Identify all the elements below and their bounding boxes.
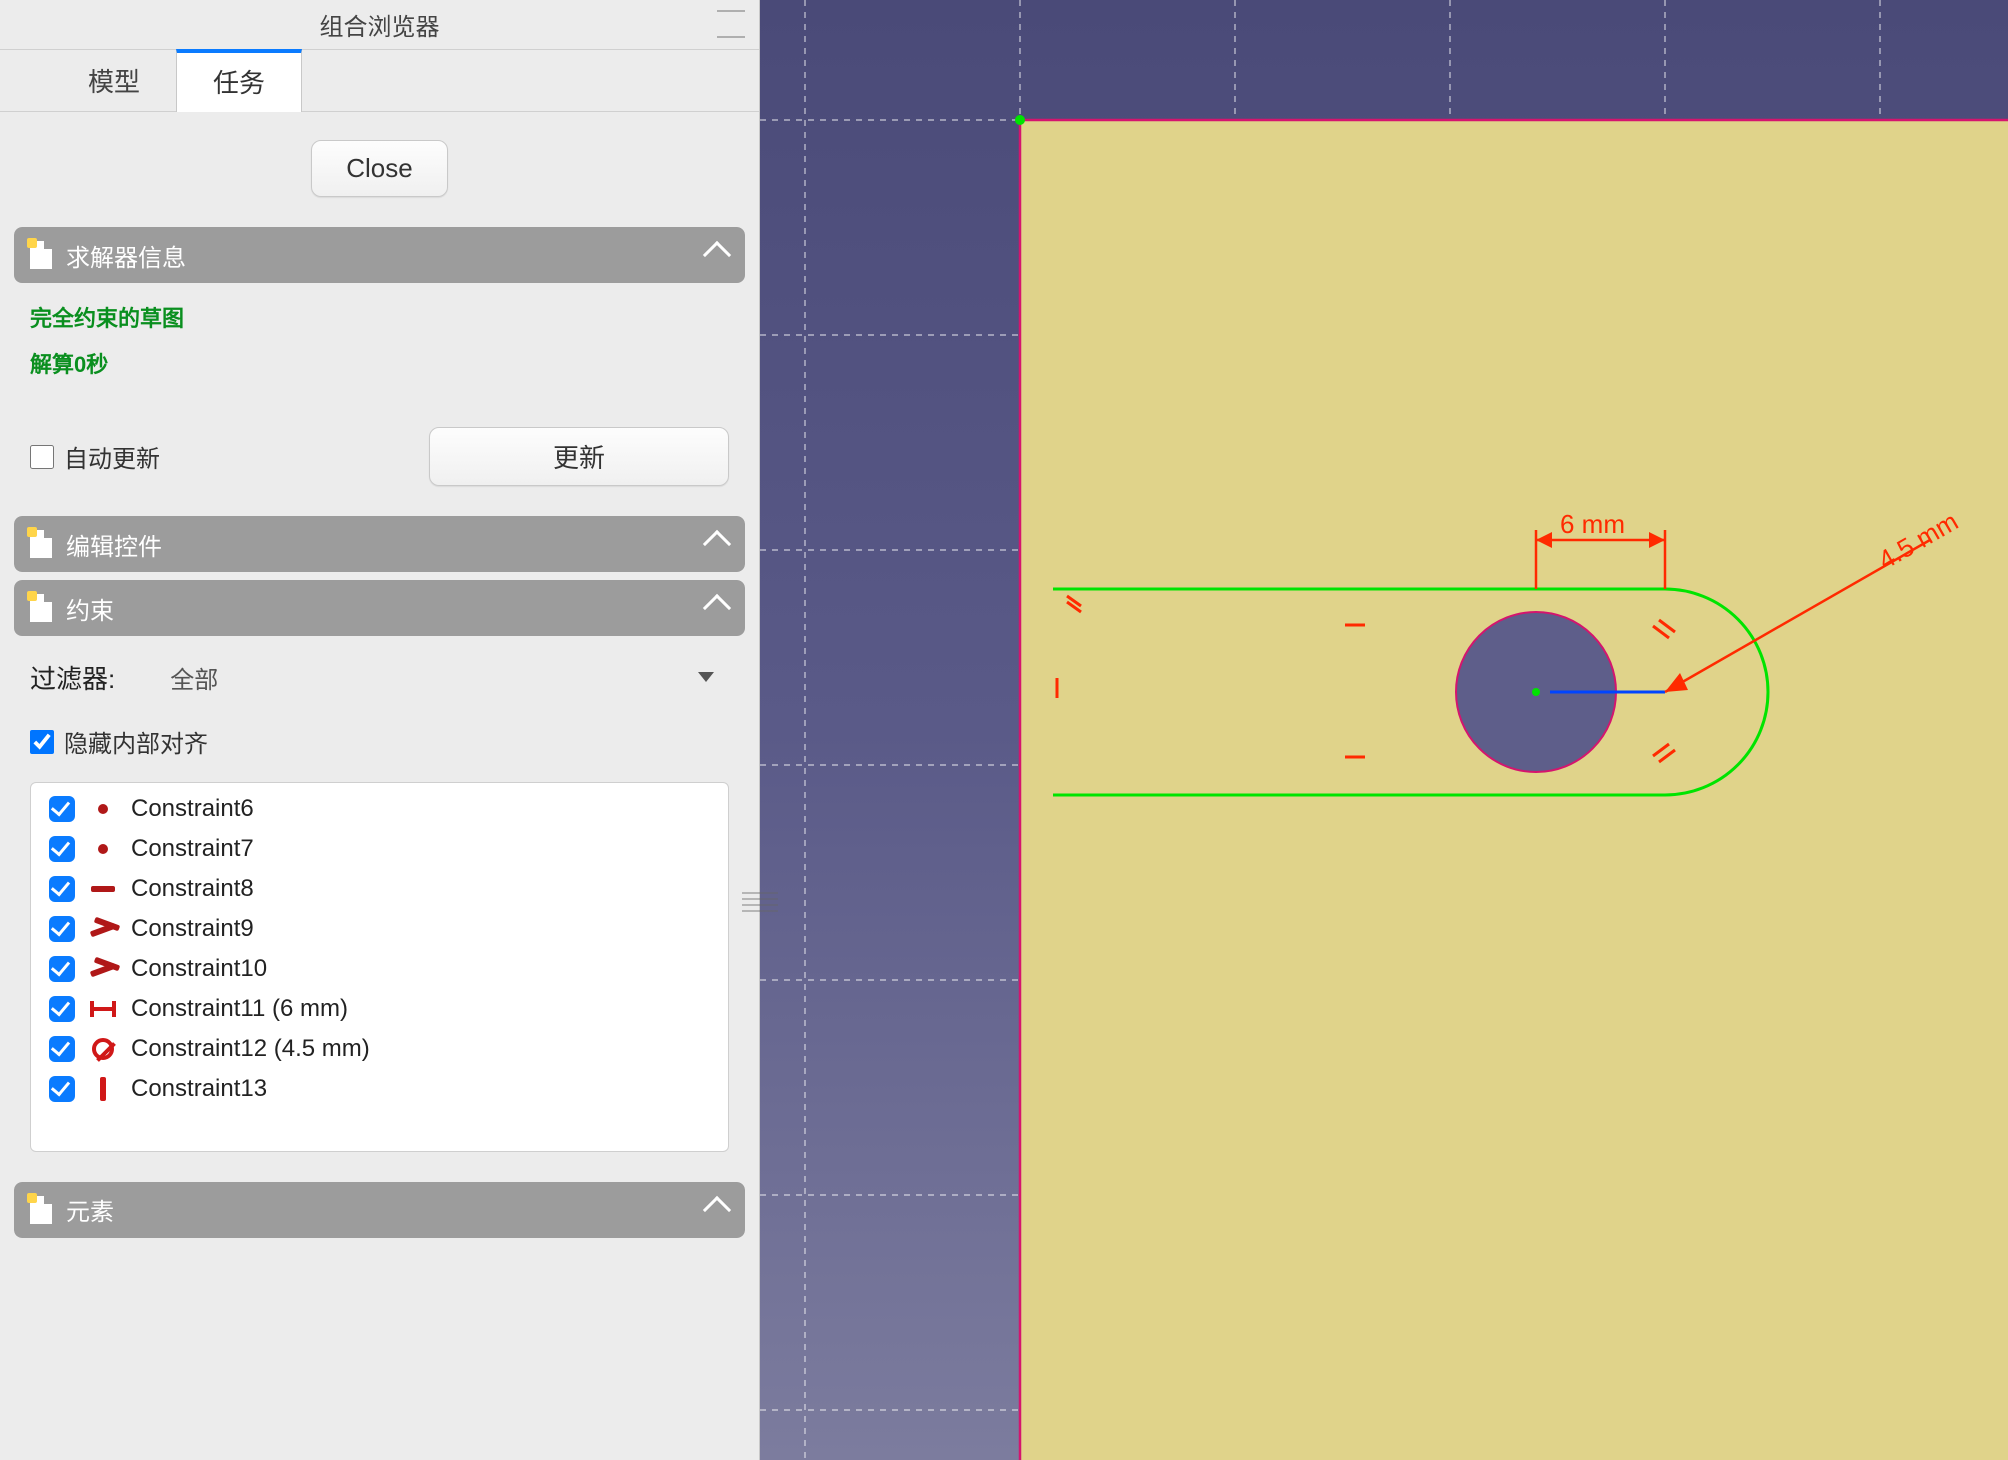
section-elements: 元素 <box>14 1182 745 1238</box>
chevron-up-icon <box>703 594 731 622</box>
section-edit-controls-title: 编辑控件 <box>66 527 162 562</box>
constraint-checkbox[interactable] <box>49 796 75 822</box>
document-icon <box>30 530 52 558</box>
panel-title: 组合浏览器 <box>320 7 440 42</box>
panel-titlebar: 组合浏览器 <box>0 0 759 50</box>
tab-bar: 模型 任务 <box>0 50 759 112</box>
section-elements-header[interactable]: 元素 <box>14 1182 745 1238</box>
constraint-label: Constraint11 (6 mm) <box>131 995 348 1023</box>
section-elements-title: 元素 <box>66 1192 114 1227</box>
svg-text:6 mm: 6 mm <box>1560 509 1625 539</box>
constraint-checkbox[interactable] <box>49 876 75 902</box>
document-icon <box>30 1196 52 1224</box>
solver-status-2: 解算0秒 <box>30 347 729 379</box>
solver-status-1: 完全约束的草图 <box>30 301 729 333</box>
document-icon <box>30 594 52 622</box>
tangent-icon <box>89 915 117 943</box>
section-solver-header[interactable]: 求解器信息 <box>14 227 745 283</box>
vline-icon <box>89 1075 117 1103</box>
section-solver-title: 求解器信息 <box>66 238 186 273</box>
hline-icon <box>89 875 117 903</box>
constraint-label: Constraint8 <box>131 875 254 903</box>
panel-collapse-icon[interactable] <box>717 10 745 38</box>
auto-update-input[interactable] <box>30 445 54 469</box>
constraints-list[interactable]: Constraint6 Constraint7 Constraint8 Constra… <box>30 782 729 1152</box>
dot-icon <box>89 795 117 823</box>
chevron-up-icon <box>703 1195 731 1223</box>
constraint-label: Constraint7 <box>131 835 254 863</box>
hide-internal-checkbox[interactable]: 隐藏内部对齐 <box>30 724 208 759</box>
chevron-down-icon <box>698 672 714 682</box>
section-edit-controls: 编辑控件 <box>14 516 745 572</box>
section-edit-controls-header[interactable]: 编辑控件 <box>14 516 745 572</box>
radius-icon <box>89 1035 117 1063</box>
dim-icon <box>89 995 117 1023</box>
constraint-row[interactable]: Constraint12 (4.5 mm) <box>31 1029 728 1069</box>
constraint-label: Constraint9 <box>131 915 254 943</box>
combo-view-panel: 组合浏览器 模型 任务 Close 求解器信息 完全约束的草图 解算0秒 <box>0 0 760 1460</box>
dot-icon <box>89 835 117 863</box>
chevron-up-icon <box>703 530 731 558</box>
section-constraints-title: 约束 <box>66 591 114 626</box>
tangent-icon <box>89 955 117 983</box>
section-constraints-header[interactable]: 约束 <box>14 580 745 636</box>
constraint-label: Constraint10 <box>131 955 267 983</box>
constraint-row[interactable]: Constraint9 <box>31 909 728 949</box>
constraint-label: Constraint12 (4.5 mm) <box>131 1035 370 1063</box>
tab-model[interactable]: 模型 <box>52 52 176 111</box>
part-face <box>1020 120 2008 1460</box>
filter-label: 过滤器: <box>30 659 115 696</box>
sketch-origin-dot <box>1015 115 1025 125</box>
auto-update-checkbox[interactable]: 自动更新 <box>30 439 160 474</box>
constraint-row[interactable]: Constraint6 <box>31 789 728 829</box>
splitter-handle[interactable] <box>742 890 778 914</box>
constraint-checkbox[interactable] <box>49 836 75 862</box>
constraint-label: Constraint13 <box>131 1075 267 1103</box>
close-button[interactable]: Close <box>311 140 447 197</box>
update-button[interactable]: 更新 <box>429 427 729 486</box>
constraint-row[interactable]: Constraint7 <box>31 829 728 869</box>
document-icon <box>30 241 52 269</box>
filter-select[interactable]: 全部 <box>155 654 729 700</box>
constraint-checkbox[interactable] <box>49 1076 75 1102</box>
constraint-checkbox[interactable] <box>49 996 75 1022</box>
filter-value: 全部 <box>170 660 218 695</box>
3d-viewport[interactable]: 6 mm 4.5 mm <box>760 0 2008 1460</box>
constraint-row[interactable]: Constraint11 (6 mm) <box>31 989 728 1029</box>
tab-task[interactable]: 任务 <box>176 49 302 112</box>
section-solver: 求解器信息 完全约束的草图 解算0秒 自动更新 更新 <box>14 227 745 508</box>
task-body: Close 求解器信息 完全约束的草图 解算0秒 自动更新 <box>0 112 759 1460</box>
constraint-checkbox[interactable] <box>49 916 75 942</box>
constraint-checkbox[interactable] <box>49 956 75 982</box>
constraint-row[interactable]: Constraint8 <box>31 869 728 909</box>
constraint-row[interactable]: Constraint10 <box>31 949 728 989</box>
constraint-checkbox[interactable] <box>49 1036 75 1062</box>
constraint-row[interactable]: Constraint13 <box>31 1069 728 1109</box>
constraint-label: Constraint6 <box>131 795 254 823</box>
center-point <box>1532 688 1540 696</box>
hide-internal-input[interactable] <box>30 730 54 754</box>
section-constraints: 约束 过滤器: 全部 隐藏内部对齐 Constr <box>14 580 745 1174</box>
chevron-up-icon <box>703 241 731 269</box>
